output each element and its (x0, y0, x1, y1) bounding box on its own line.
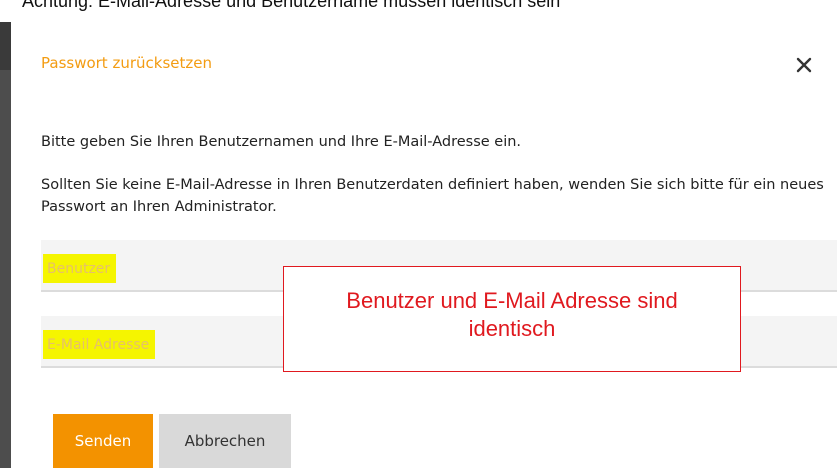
cancel-button[interactable]: Abbrechen (159, 414, 291, 468)
send-button[interactable]: Senden (53, 414, 153, 468)
annotation-line-2: identisch (468, 316, 556, 341)
dialog-title: Passwort zurücksetzen (41, 54, 212, 72)
top-cropped-text: Achtung: E-Mail-Adresse und Benutzername… (0, 0, 837, 22)
top-cropped-text-label: Achtung: E-Mail-Adresse und Benutzername… (22, 0, 561, 11)
instruction-text: Bitte geben Sie Ihren Benutzernamen und … (41, 134, 522, 150)
annotation-line-1: Benutzer und E-Mail Adresse sind (346, 288, 678, 313)
admin-contact-text: Sollten Sie keine E-Mail-Adresse in Ihre… (41, 177, 824, 215)
close-icon (796, 57, 812, 73)
close-button[interactable] (791, 52, 817, 78)
annotation-callout: Benutzer und E-Mail Adresse sind identis… (283, 266, 741, 372)
reset-password-dialog: Passwort zurücksetzen Bitte geben Sie Ih… (11, 22, 837, 468)
